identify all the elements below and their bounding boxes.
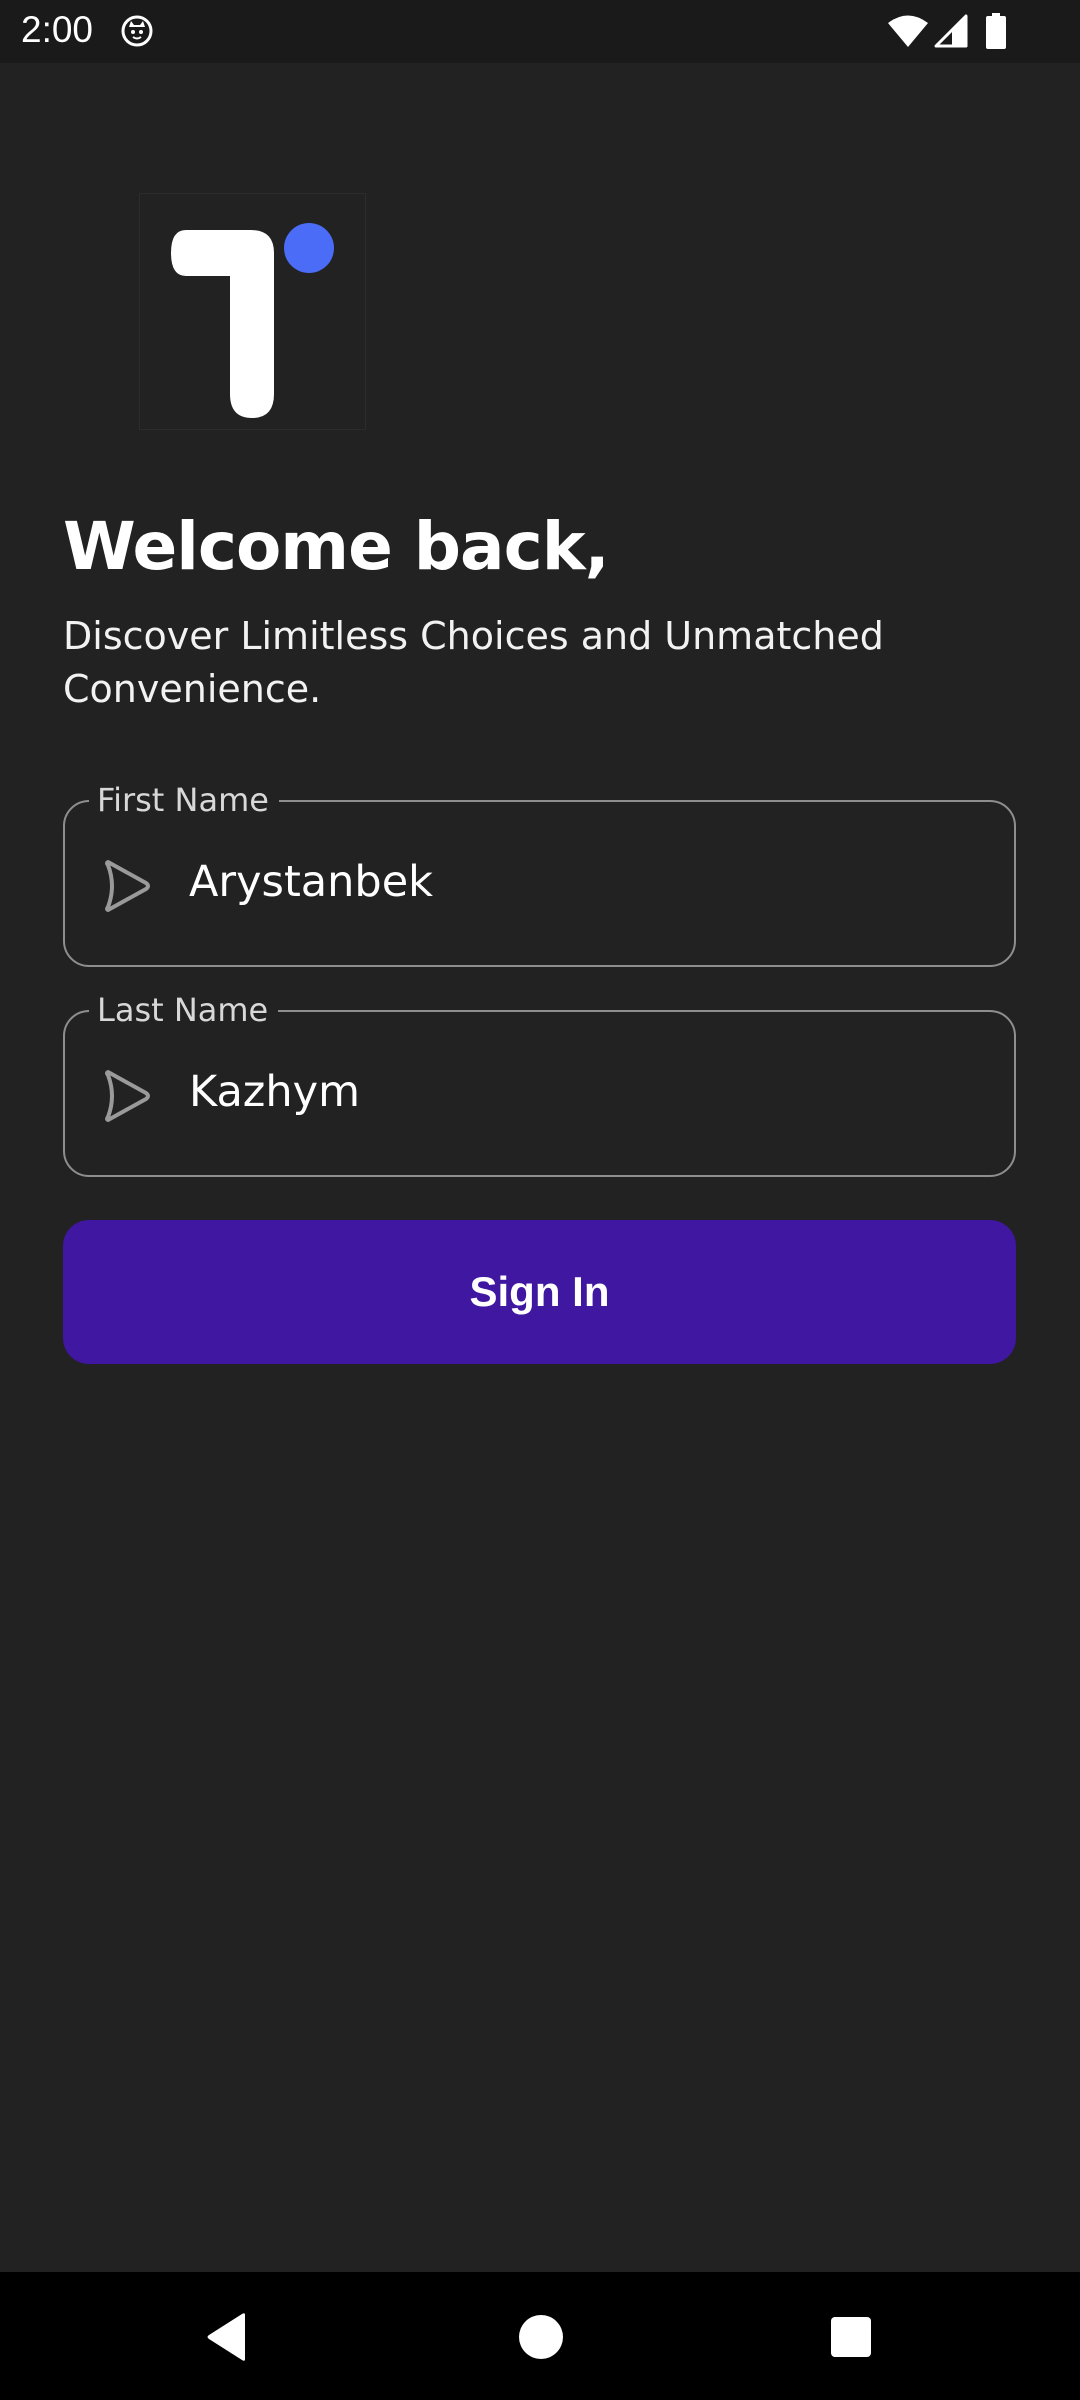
cat-notification-icon — [121, 15, 153, 47]
last-name-field[interactable]: Last Name — [63, 990, 1016, 1177]
system-nav-bar — [0, 2272, 1080, 2400]
send-arrow-icon — [105, 860, 150, 912]
welcome-title: Welcome back, — [63, 508, 610, 585]
battery-icon — [986, 13, 1006, 49]
status-time: 2:00 — [21, 9, 94, 50]
home-icon[interactable] — [518, 2314, 564, 2360]
recents-icon[interactable] — [830, 2316, 872, 2358]
app-logo-icon — [171, 223, 334, 418]
first-name-field[interactable]: First Name — [63, 780, 1016, 967]
status-bar: 2:00 — [0, 0, 1080, 63]
last-name-label: Last Name — [89, 990, 279, 1030]
wifi-icon — [888, 15, 928, 47]
first-name-input[interactable] — [189, 847, 969, 917]
welcome-subtitle: Discover Limitless Choices and Unmatched… — [63, 614, 884, 711]
back-icon[interactable] — [205, 2312, 249, 2362]
sign-in-button[interactable]: Sign In — [63, 1220, 1016, 1364]
send-arrow-icon — [105, 1070, 150, 1122]
login-screen: 2:00 Welcome back, Discover Limitless Ch… — [0, 0, 1080, 2400]
last-name-input[interactable] — [189, 1057, 969, 1127]
first-name-label: First Name — [89, 780, 279, 820]
app-logo — [139, 193, 366, 430]
cell-signal-icon — [934, 14, 968, 48]
